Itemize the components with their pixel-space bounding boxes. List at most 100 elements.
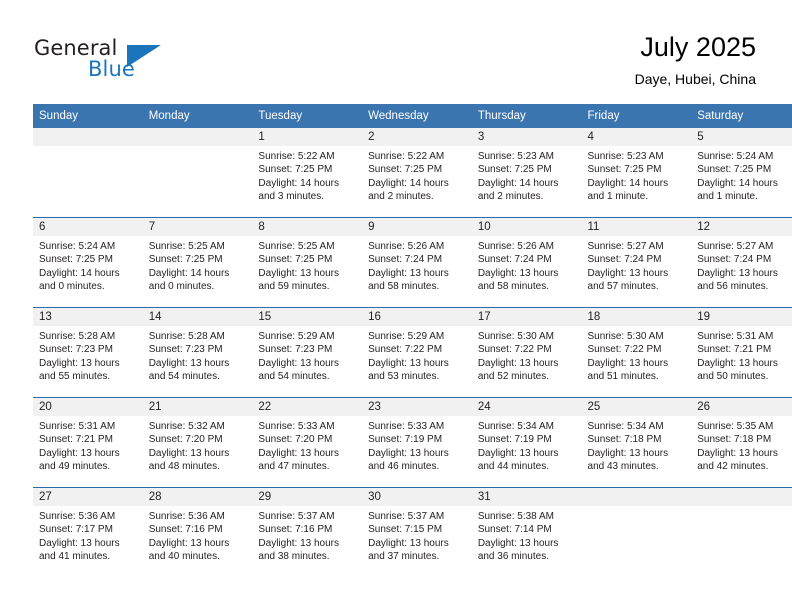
calendar-cell[interactable]: 14 Sunrise: 5:28 AM Sunset: 7:23 PM Dayl… [142,307,253,398]
day-number [142,128,253,146]
calendar-cell[interactable]: 22 Sunrise: 5:33 AM Sunset: 7:20 PM Dayl… [252,397,363,488]
general-blue-logo: General Blue [34,36,214,92]
calendar-cell[interactable]: 11 Sunrise: 5:27 AM Sunset: 7:24 PM Dayl… [581,217,692,308]
calendar-cell[interactable]: 5 Sunrise: 5:24 AM Sunset: 7:25 PM Dayli… [691,128,792,218]
weekday-header-sunday: Sunday [33,104,143,128]
daylight-text-line2: and 53 minutes. [368,371,440,383]
day-cell[interactable]: 27 Sunrise: 5:36 AM Sunset: 7:17 PM Dayl… [33,488,143,577]
day-cell[interactable]: 2 Sunrise: 5:22 AM Sunset: 7:25 PM Dayli… [362,128,472,217]
calendar-cell[interactable] [691,487,792,577]
day-cell[interactable]: 31 Sunrise: 5:38 AM Sunset: 7:14 PM Dayl… [471,488,582,577]
day-cell[interactable]: 25 Sunrise: 5:34 AM Sunset: 7:18 PM Dayl… [581,398,692,487]
day-cell[interactable]: 30 Sunrise: 5:37 AM Sunset: 7:15 PM Dayl… [362,488,472,577]
day-cell[interactable]: 22 Sunrise: 5:33 AM Sunset: 7:20 PM Dayl… [252,398,363,487]
calendar-cell[interactable]: 29 Sunrise: 5:37 AM Sunset: 7:16 PM Dayl… [252,487,363,577]
sunrise-text: Sunrise: 5:26 AM [368,241,445,252]
calendar-cell[interactable]: 8 Sunrise: 5:25 AM Sunset: 7:25 PM Dayli… [252,217,363,308]
calendar-cell[interactable]: 19 Sunrise: 5:31 AM Sunset: 7:21 PM Dayl… [691,307,792,398]
sunset-text: Sunset: 7:25 PM [697,164,772,176]
calendar-cell[interactable]: 23 Sunrise: 5:33 AM Sunset: 7:19 PM Dayl… [362,397,472,488]
day-cell[interactable] [581,488,692,577]
day-cell[interactable]: 4 Sunrise: 5:23 AM Sunset: 7:25 PM Dayli… [581,128,692,217]
calendar-cell[interactable] [33,128,143,218]
calendar-cell[interactable]: 9 Sunrise: 5:26 AM Sunset: 7:24 PM Dayli… [362,217,472,308]
day-cell[interactable]: 29 Sunrise: 5:37 AM Sunset: 7:16 PM Dayl… [252,488,363,577]
calendar-cell[interactable]: 15 Sunrise: 5:29 AM Sunset: 7:23 PM Dayl… [252,307,363,398]
sunset-text: Sunset: 7:22 PM [368,344,443,356]
calendar-cell[interactable] [581,487,692,577]
sunrise-text: Sunrise: 5:31 AM [697,331,774,342]
day-number: 17 [471,308,582,326]
calendar-cell[interactable]: 30 Sunrise: 5:37 AM Sunset: 7:15 PM Dayl… [362,487,472,577]
calendar-cell[interactable]: 10 Sunrise: 5:26 AM Sunset: 7:24 PM Dayl… [471,217,582,308]
day-cell[interactable]: 9 Sunrise: 5:26 AM Sunset: 7:24 PM Dayli… [362,218,472,307]
calendar-cell[interactable]: 4 Sunrise: 5:23 AM Sunset: 7:25 PM Dayli… [581,128,692,218]
sunrise-text: Sunrise: 5:23 AM [587,151,664,162]
calendar-cell[interactable]: 3 Sunrise: 5:23 AM Sunset: 7:25 PM Dayli… [471,128,582,218]
day-cell[interactable] [691,488,792,577]
daylight-text-line2: and 43 minutes. [587,461,659,473]
calendar-cell[interactable]: 6 Sunrise: 5:24 AM Sunset: 7:25 PM Dayli… [33,217,143,308]
daylight-text-line1: Daylight: 14 hours [368,177,449,189]
calendar-cell[interactable]: 26 Sunrise: 5:35 AM Sunset: 7:18 PM Dayl… [691,397,792,488]
day-cell[interactable]: 24 Sunrise: 5:34 AM Sunset: 7:19 PM Dayl… [471,398,582,487]
day-cell[interactable] [142,128,253,217]
calendar-cell[interactable]: 1 Sunrise: 5:22 AM Sunset: 7:25 PM Dayli… [252,128,363,218]
calendar-cell[interactable] [142,128,253,218]
day-number: 28 [142,488,253,506]
day-cell[interactable]: 19 Sunrise: 5:31 AM Sunset: 7:21 PM Dayl… [691,308,792,397]
day-cell[interactable]: 6 Sunrise: 5:24 AM Sunset: 7:25 PM Dayli… [33,218,143,307]
day-cell[interactable]: 16 Sunrise: 5:29 AM Sunset: 7:22 PM Dayl… [362,308,472,397]
day-cell[interactable]: 26 Sunrise: 5:35 AM Sunset: 7:18 PM Dayl… [691,398,792,487]
calendar-cell[interactable]: 12 Sunrise: 5:27 AM Sunset: 7:24 PM Dayl… [691,217,792,308]
calendar-cell[interactable]: 24 Sunrise: 5:34 AM Sunset: 7:19 PM Dayl… [471,397,582,488]
day-cell[interactable]: 13 Sunrise: 5:28 AM Sunset: 7:23 PM Dayl… [33,308,143,397]
day-cell[interactable]: 23 Sunrise: 5:33 AM Sunset: 7:19 PM Dayl… [362,398,472,487]
calendar-cell[interactable]: 25 Sunrise: 5:34 AM Sunset: 7:18 PM Dayl… [581,397,692,488]
sunrise-text: Sunrise: 5:29 AM [258,331,335,342]
day-number: 7 [142,218,253,236]
day-cell[interactable]: 8 Sunrise: 5:25 AM Sunset: 7:25 PM Dayli… [252,218,363,307]
day-number: 31 [471,488,582,506]
day-cell[interactable]: 7 Sunrise: 5:25 AM Sunset: 7:25 PM Dayli… [142,218,253,307]
day-details: Sunrise: 5:34 AM Sunset: 7:18 PM Dayligh… [582,416,692,474]
day-cell[interactable]: 1 Sunrise: 5:22 AM Sunset: 7:25 PM Dayli… [252,128,363,217]
day-cell[interactable]: 18 Sunrise: 5:30 AM Sunset: 7:22 PM Dayl… [581,308,692,397]
day-cell[interactable]: 28 Sunrise: 5:36 AM Sunset: 7:16 PM Dayl… [142,488,253,577]
day-cell[interactable]: 15 Sunrise: 5:29 AM Sunset: 7:23 PM Dayl… [252,308,363,397]
day-cell[interactable]: 3 Sunrise: 5:23 AM Sunset: 7:25 PM Dayli… [471,128,582,217]
day-number: 12 [691,218,792,236]
daylight-text-line1: Daylight: 13 hours [368,537,449,549]
day-number [691,488,792,506]
calendar-cell[interactable]: 13 Sunrise: 5:28 AM Sunset: 7:23 PM Dayl… [33,307,143,398]
sunset-text: Sunset: 7:19 PM [368,434,443,446]
day-cell[interactable]: 12 Sunrise: 5:27 AM Sunset: 7:24 PM Dayl… [691,218,792,307]
day-cell[interactable]: 14 Sunrise: 5:28 AM Sunset: 7:23 PM Dayl… [142,308,253,397]
calendar-cell[interactable]: 31 Sunrise: 5:38 AM Sunset: 7:14 PM Dayl… [471,487,582,577]
calendar-cell[interactable]: 16 Sunrise: 5:29 AM Sunset: 7:22 PM Dayl… [362,307,472,398]
day-cell[interactable] [33,128,143,217]
calendar-cell[interactable]: 27 Sunrise: 5:36 AM Sunset: 7:17 PM Dayl… [33,487,143,577]
day-cell[interactable]: 17 Sunrise: 5:30 AM Sunset: 7:22 PM Dayl… [471,308,582,397]
sunset-text: Sunset: 7:18 PM [587,434,662,446]
daylight-text-line2: and 57 minutes. [587,281,659,293]
sunrise-text: Sunrise: 5:24 AM [697,151,774,162]
calendar-cell[interactable]: 2 Sunrise: 5:22 AM Sunset: 7:25 PM Dayli… [362,128,472,218]
calendar-cell[interactable]: 28 Sunrise: 5:36 AM Sunset: 7:16 PM Dayl… [142,487,253,577]
calendar-cell[interactable]: 20 Sunrise: 5:31 AM Sunset: 7:21 PM Dayl… [33,397,143,488]
day-cell[interactable]: 21 Sunrise: 5:32 AM Sunset: 7:20 PM Dayl… [142,398,253,487]
day-cell[interactable]: 11 Sunrise: 5:27 AM Sunset: 7:24 PM Dayl… [581,218,692,307]
calendar-cell[interactable]: 7 Sunrise: 5:25 AM Sunset: 7:25 PM Dayli… [142,217,253,308]
sunset-text: Sunset: 7:22 PM [477,344,552,356]
day-cell[interactable]: 20 Sunrise: 5:31 AM Sunset: 7:21 PM Dayl… [33,398,143,487]
day-cell[interactable]: 5 Sunrise: 5:24 AM Sunset: 7:25 PM Dayli… [691,128,792,217]
calendar-cell[interactable]: 21 Sunrise: 5:32 AM Sunset: 7:20 PM Dayl… [142,397,253,488]
daylight-text-line1: Daylight: 13 hours [587,267,669,279]
daylight-text-line1: Daylight: 13 hours [258,267,340,279]
daylight-text-line2: and 51 minutes. [587,371,659,383]
sunrise-text: Sunrise: 5:35 AM [697,421,774,432]
day-details [582,506,692,510]
calendar-cell[interactable]: 17 Sunrise: 5:30 AM Sunset: 7:22 PM Dayl… [471,307,582,398]
day-cell[interactable]: 10 Sunrise: 5:26 AM Sunset: 7:24 PM Dayl… [471,218,582,307]
calendar-cell[interactable]: 18 Sunrise: 5:30 AM Sunset: 7:22 PM Dayl… [581,307,692,398]
